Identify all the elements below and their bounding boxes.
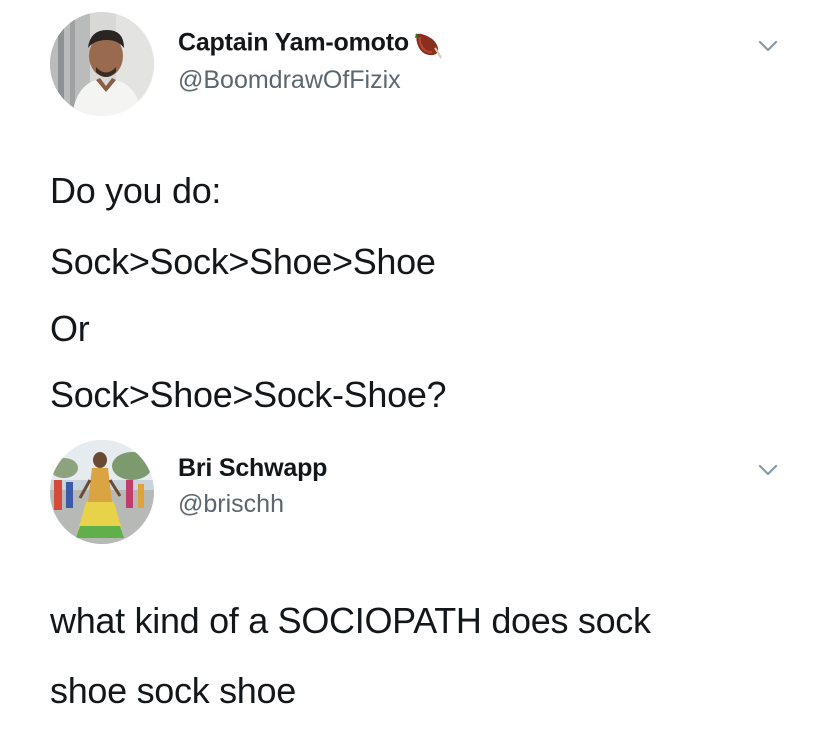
display-name[interactable]: Captain Yam-omoto [178,28,443,60]
chevron-down-icon[interactable] [757,38,779,54]
tweet-text-line: Sock>Sock>Shoe>Shoe [50,241,436,282]
tweet-text-line: Sock>Shoe>Sock-Shoe? [50,374,447,415]
handle[interactable]: @brischh [178,490,284,519]
tweet: Captain Yam-omoto @BoomdrawOfFizix Do yo… [0,0,828,430]
tweet-text-line: shoe sock shoe [50,670,296,711]
display-name-text: Captain Yam-omoto [178,28,409,57]
avatar-image [50,440,154,544]
display-name[interactable]: Bri Schwapp [178,454,327,483]
avatar[interactable] [50,12,154,116]
tweet-text-line: Do you do: [50,170,222,211]
tweet-screenshot: Captain Yam-omoto @BoomdrawOfFizix Do yo… [0,0,828,744]
sweet-potato-icon [414,33,442,59]
handle[interactable]: @BoomdrawOfFizix [178,66,401,95]
tweet-text-line: Or [50,308,90,349]
tweet: Bri Schwapp @brischh what kind of a SOCI… [0,430,828,744]
chevron-down-icon[interactable] [757,462,779,478]
avatar[interactable] [50,440,154,544]
avatar-image [50,12,154,116]
tweet-text-line: what kind of a SOCIOPATH does sock [50,600,651,641]
